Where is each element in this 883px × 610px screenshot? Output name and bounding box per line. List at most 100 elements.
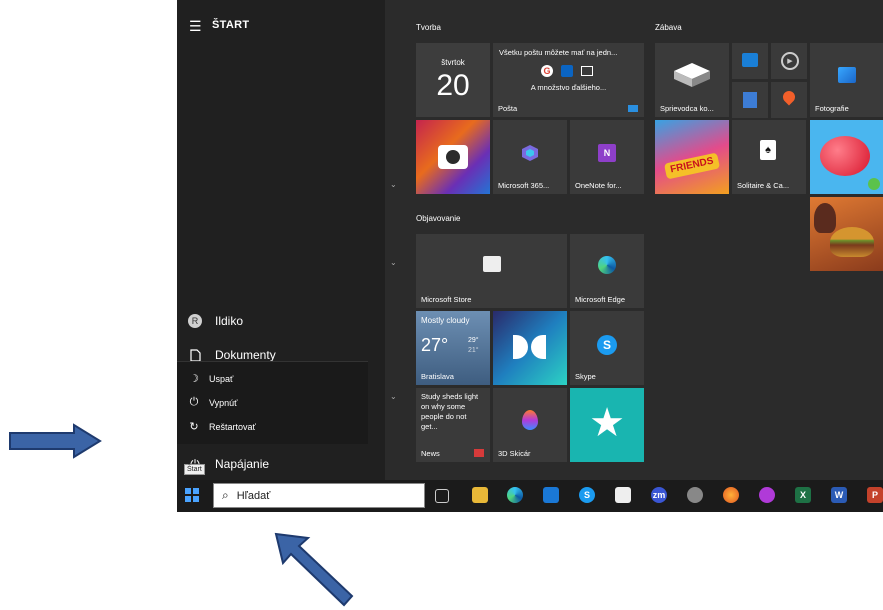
microsoft365-tile[interactable]: Microsoft 365... xyxy=(493,120,567,194)
sleep-option[interactable]: ☽ Uspať xyxy=(187,372,233,385)
office-icon xyxy=(522,145,538,161)
star-icon: ★ xyxy=(589,401,625,445)
calendar-day: štvrtok xyxy=(441,58,465,67)
onenote-tile[interactable]: N OneNote for... xyxy=(570,120,644,194)
tiles-area: Tvorba Zábava Objavovanie ⌄ ⌄ ⌄ štvrtok … xyxy=(385,0,883,480)
group-label-zabava: Zábava xyxy=(655,23,682,32)
skype-icon: S xyxy=(597,335,617,355)
app-taskbar-icon[interactable] xyxy=(759,487,775,503)
candy-crush-friends-tile[interactable]: FRIENDS xyxy=(655,120,729,194)
restart-label: Reštartovať xyxy=(209,421,256,432)
skype-tile[interactable]: S Skype xyxy=(570,311,644,385)
friends-logo: FRIENDS xyxy=(663,152,721,180)
powerpoint-taskbar-icon[interactable]: P xyxy=(867,487,883,503)
weather-temperature: 27° xyxy=(421,335,449,355)
mail-text: Všetku poštu môžete mať na jedn... xyxy=(499,48,618,57)
candy-icon xyxy=(820,136,870,176)
store-icon xyxy=(482,256,501,272)
shutdown-option[interactable]: ⏻ Vypnúť xyxy=(187,396,238,409)
paint3d-tile[interactable]: 3D Skicár xyxy=(493,388,567,462)
microsoft-edge-label: Microsoft Edge xyxy=(575,295,626,304)
groove-music-tile[interactable]: ▶ xyxy=(771,43,807,79)
user-name: Ildiko xyxy=(215,314,244,328)
character-icon xyxy=(814,203,836,233)
start-tooltip: Štart xyxy=(184,464,205,475)
collapse-chevron-icon[interactable]: ⌄ xyxy=(390,392,397,401)
maps-tile[interactable] xyxy=(771,82,807,118)
xbox-companion-tile[interactable]: Sprievodca ko... xyxy=(655,43,729,117)
start-windows-icon[interactable] xyxy=(185,488,199,502)
cooking-game-tile[interactable] xyxy=(810,197,883,271)
microsoft-store-tile[interactable]: Microsoft Store xyxy=(416,234,567,308)
zoom-taskbar-icon[interactable]: zm xyxy=(651,487,667,503)
store-taskbar-icon[interactable] xyxy=(615,487,631,503)
skype-taskbar-icon[interactable]: S xyxy=(579,487,595,503)
hamburger-menu-icon[interactable]: ☰ xyxy=(189,18,202,35)
console-icon xyxy=(674,63,710,87)
edge-taskbar-icon[interactable] xyxy=(507,487,523,503)
calculator-tile[interactable] xyxy=(732,82,768,118)
news-label: News xyxy=(421,449,440,458)
word-taskbar-icon[interactable]: W xyxy=(831,487,847,503)
pointer-arrow-up-left xyxy=(274,532,354,607)
dolby-tile[interactable] xyxy=(493,311,567,385)
mail-taskbar-icon[interactable] xyxy=(543,487,559,503)
calendar-tile[interactable]: štvrtok 20 xyxy=(416,43,490,117)
excel-taskbar-icon[interactable]: X xyxy=(795,487,811,503)
weather-high: 29° xyxy=(468,337,479,344)
collapse-chevron-icon[interactable]: ⌄ xyxy=(390,258,397,267)
xbox-companion-label: Sprievodca ko... xyxy=(660,104,714,113)
news-icon xyxy=(474,449,484,457)
dolby-icon xyxy=(513,335,547,359)
screen: ☰ ŠTART R Ildiko Dokumenty ☽ Uspať ⏻ Vyp… xyxy=(177,0,883,512)
sleep-label: Uspať xyxy=(209,373,234,384)
camera-tile[interactable] xyxy=(416,120,490,194)
photos-icon xyxy=(838,67,856,83)
task-view-icon[interactable] xyxy=(435,489,449,503)
map-pin-icon xyxy=(780,88,798,106)
mail-more: A množstvo ďalšieho... xyxy=(530,83,607,92)
calendar-date: 20 xyxy=(436,69,470,102)
spade-card-icon: ♠ xyxy=(760,140,776,160)
favorites-star-tile[interactable]: ★ xyxy=(570,388,644,462)
movies-tile[interactable] xyxy=(732,43,768,79)
candy-crush-saga-tile[interactable] xyxy=(810,120,883,194)
paint3d-label: 3D Skicár xyxy=(498,449,531,458)
skype-label: Skype xyxy=(575,372,596,381)
paint-taskbar-icon[interactable] xyxy=(687,487,703,503)
restart-option[interactable]: ↻ Reštartovať xyxy=(187,420,256,433)
group-label-objavovanie: Objavovanie xyxy=(416,214,461,223)
search-icon: ⌕ xyxy=(222,488,229,502)
burger-icon xyxy=(830,227,874,257)
onenote-icon: N xyxy=(598,144,616,162)
mail-label: Pošta xyxy=(498,104,518,113)
microsoft-edge-tile[interactable]: Microsoft Edge xyxy=(570,234,644,308)
news-tile[interactable]: Study sheds light on why some people do … xyxy=(416,388,490,462)
search-box[interactable]: ⌕ Hľadať xyxy=(213,483,425,508)
start-menu-left-rail: ☰ ŠTART R Ildiko Dokumenty ☽ Uspať ⏻ Vyp… xyxy=(177,0,385,480)
weather-tile[interactable]: Mostly cloudy 27° 29° 21° Bratislava xyxy=(416,311,490,385)
user-account[interactable]: R Ildiko xyxy=(187,313,243,329)
pointer-arrow-right xyxy=(9,423,102,459)
movies-icon xyxy=(742,53,758,67)
solitaire-tile[interactable]: ♠ Solitaire & Ca... xyxy=(732,120,806,194)
microsoft365-label: Microsoft 365... xyxy=(498,181,550,190)
documents-label: Dokumenty xyxy=(215,348,276,362)
restart-icon: ↻ xyxy=(189,421,199,433)
microsoft-store-label: Microsoft Store xyxy=(421,295,472,304)
photos-tile[interactable]: Fotografie xyxy=(810,43,883,117)
google-icon: G xyxy=(541,65,553,77)
outlook-icon xyxy=(561,65,573,77)
mail-tile[interactable]: Všetku poštu môžete mať na jedn... G A m… xyxy=(493,43,644,117)
weather-city: Bratislava xyxy=(421,372,454,381)
power-icon: ⏻ xyxy=(189,396,199,408)
power-label: Napájanie xyxy=(215,457,270,471)
collapse-chevron-icon[interactable]: ⌄ xyxy=(390,180,397,189)
envelope-icon xyxy=(581,66,593,76)
firefox-taskbar-icon[interactable] xyxy=(723,487,739,503)
search-placeholder: Hľadať xyxy=(236,489,271,502)
power-menu: ☽ Uspať ⏻ Vypnúť ↻ Reštartovať xyxy=(177,361,368,444)
mail-provider-icons: G xyxy=(541,65,593,77)
file-explorer-icon[interactable] xyxy=(472,487,488,503)
edge-icon xyxy=(598,256,616,274)
